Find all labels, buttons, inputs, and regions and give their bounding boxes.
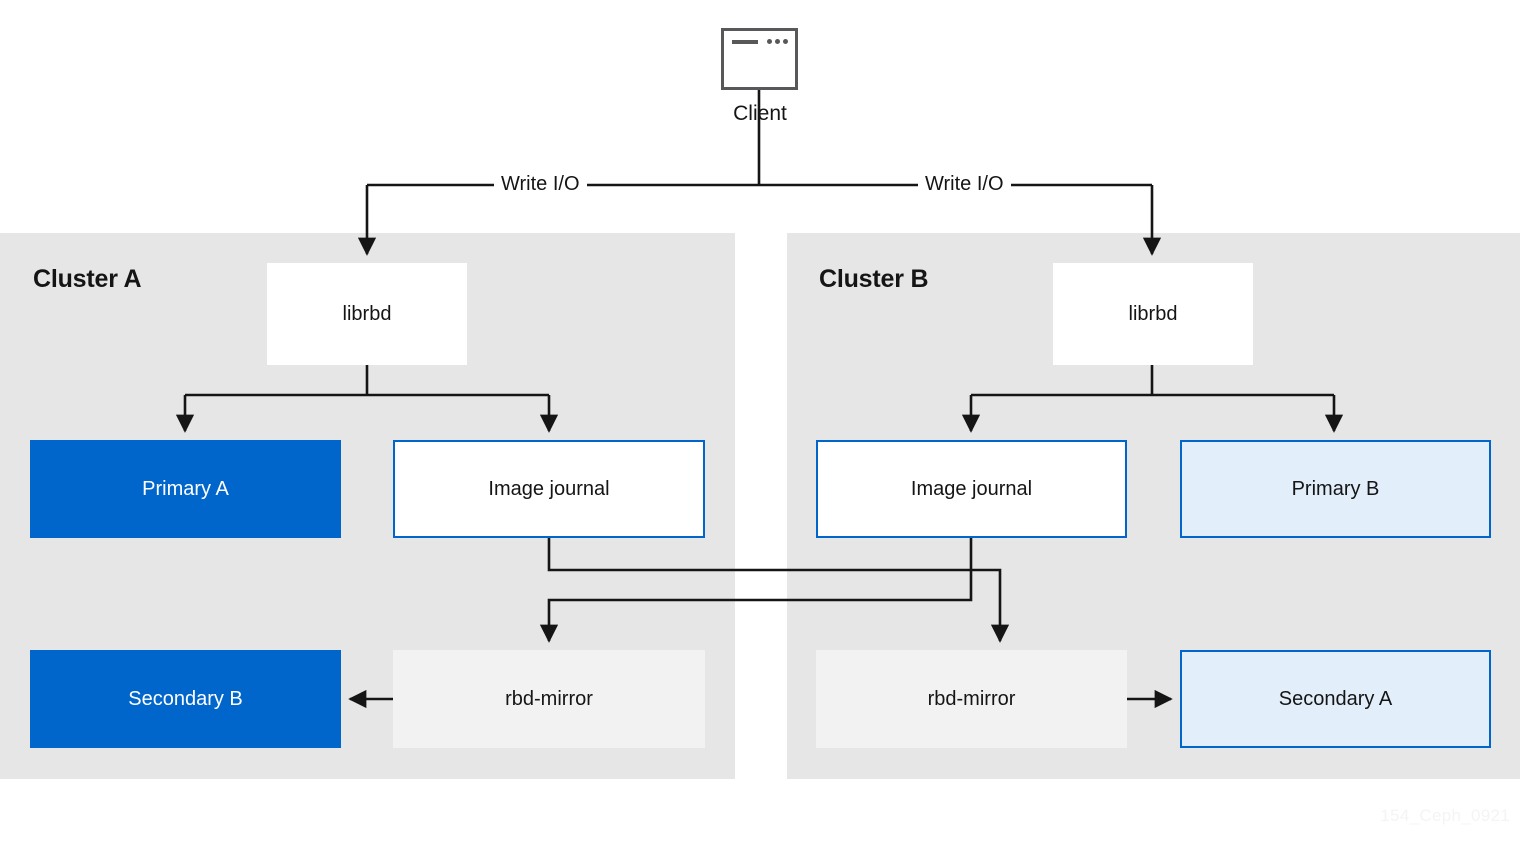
node-secondary-b: Secondary B [30,650,341,748]
node-librbd-cluster-b: librbd [1053,263,1253,365]
diagram-canvas: Client Write I/O Write I/O Cluster A Clu… [0,0,1520,859]
edge-label-write-io-left: Write I/O [494,173,587,196]
edge-label-write-io-right: Write I/O [918,173,1011,196]
cluster-a-title: Cluster A [33,265,142,293]
node-secondary-a: Secondary A [1180,650,1491,748]
window-titlebar-line [732,40,758,44]
node-primary-b: Primary B [1180,440,1491,538]
window-dots [767,39,788,44]
window-icon [721,28,798,90]
node-image-journal-cluster-b: Image journal [816,440,1127,538]
client-label: Client [733,102,787,125]
node-primary-a: Primary A [30,440,341,538]
node-rbd-mirror-cluster-a: rbd-mirror [393,650,705,748]
node-image-journal-cluster-a: Image journal [393,440,705,538]
cluster-b-title: Cluster B [819,265,929,293]
node-rbd-mirror-cluster-b: rbd-mirror [816,650,1127,748]
watermark-label: 154_Ceph_0921 [1380,806,1510,825]
node-librbd-cluster-a: librbd [267,263,467,365]
